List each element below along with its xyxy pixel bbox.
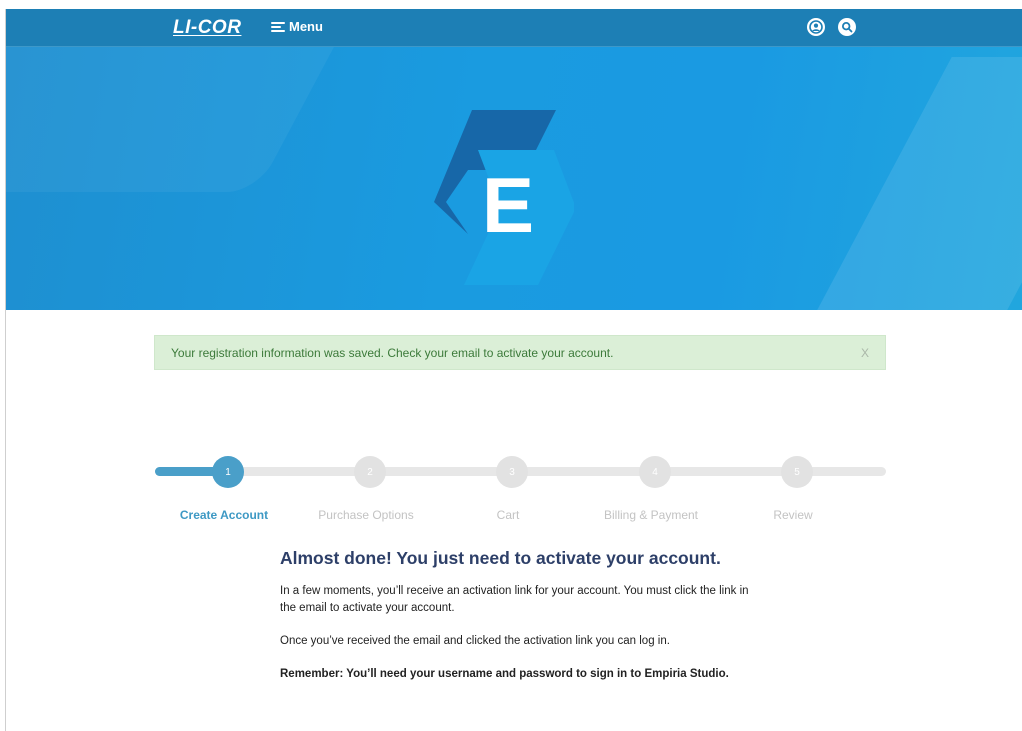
paragraph-login-info: Once you’ve received the email and click…	[280, 635, 670, 647]
step-4-label[interactable]: Billing & Payment	[604, 508, 698, 522]
step-1-circle[interactable]: 1	[212, 456, 244, 488]
menu-label: Menu	[289, 19, 323, 34]
step-3-label[interactable]: Cart	[497, 508, 520, 522]
search-button[interactable]	[838, 18, 856, 36]
hero-decoration-right	[792, 57, 1022, 310]
step-5-label[interactable]: Review	[773, 508, 812, 522]
step-1-label[interactable]: Create Account	[180, 508, 268, 522]
empiria-logo-letter: E	[482, 161, 534, 249]
menu-button[interactable]: Menu	[271, 19, 323, 34]
hero-decoration-left	[6, 47, 356, 192]
hero-banner: E	[6, 47, 1022, 310]
paragraph-reminder: Remember: You’ll need your username and …	[280, 668, 729, 680]
hamburger-icon	[271, 21, 285, 33]
step-4-circle[interactable]: 4	[639, 456, 671, 488]
success-alert: Your registration information was saved.…	[154, 335, 886, 370]
page-heading: Almost done! You just need to activate y…	[280, 548, 721, 568]
paragraph-activation-link: In a few moments, you’ll receive an acti…	[280, 585, 749, 614]
alert-close-button[interactable]: X	[861, 346, 869, 360]
user-icon	[809, 20, 823, 34]
activation-message: Almost done! You just need to activate y…	[280, 548, 760, 699]
progress-stepper: 1 2 3 4 5 Create Account Purchase Option…	[155, 455, 886, 535]
alert-message: Your registration information was saved.…	[171, 345, 614, 360]
empiria-logo-icon: E	[434, 110, 574, 285]
user-account-button[interactable]	[807, 18, 825, 36]
step-5-circle[interactable]: 5	[781, 456, 813, 488]
step-3-circle[interactable]: 3	[496, 456, 528, 488]
licor-logo[interactable]: LI-COR	[173, 17, 241, 39]
step-2-circle[interactable]: 2	[354, 456, 386, 488]
top-navigation-bar: LI-COR Menu	[6, 9, 1022, 47]
search-icon	[841, 21, 853, 33]
step-2-label[interactable]: Purchase Options	[318, 508, 413, 522]
